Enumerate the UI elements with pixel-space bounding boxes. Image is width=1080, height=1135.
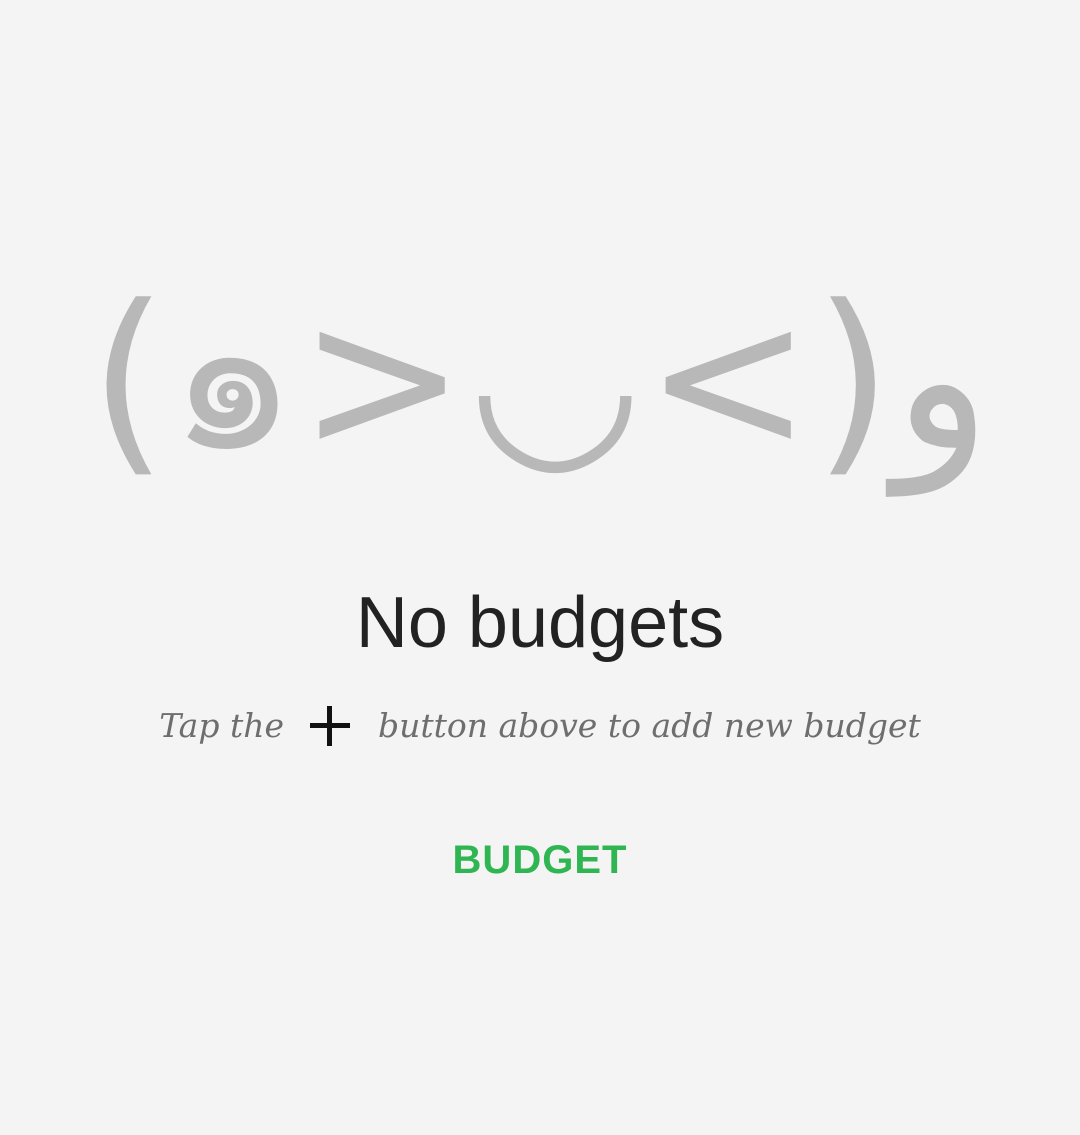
hint-text-after: button above to add new budget [377, 706, 921, 745]
add-budget-button[interactable]: BUDGET [420, 825, 660, 895]
empty-state-hint: Tap the button above to add new budget [0, 700, 1080, 752]
empty-state-emoticon: (๑>◡<)و [89, 263, 991, 496]
plus-icon [308, 704, 352, 748]
hint-text-before: Tap the [159, 706, 284, 745]
empty-state-title: No budgets [355, 583, 725, 663]
